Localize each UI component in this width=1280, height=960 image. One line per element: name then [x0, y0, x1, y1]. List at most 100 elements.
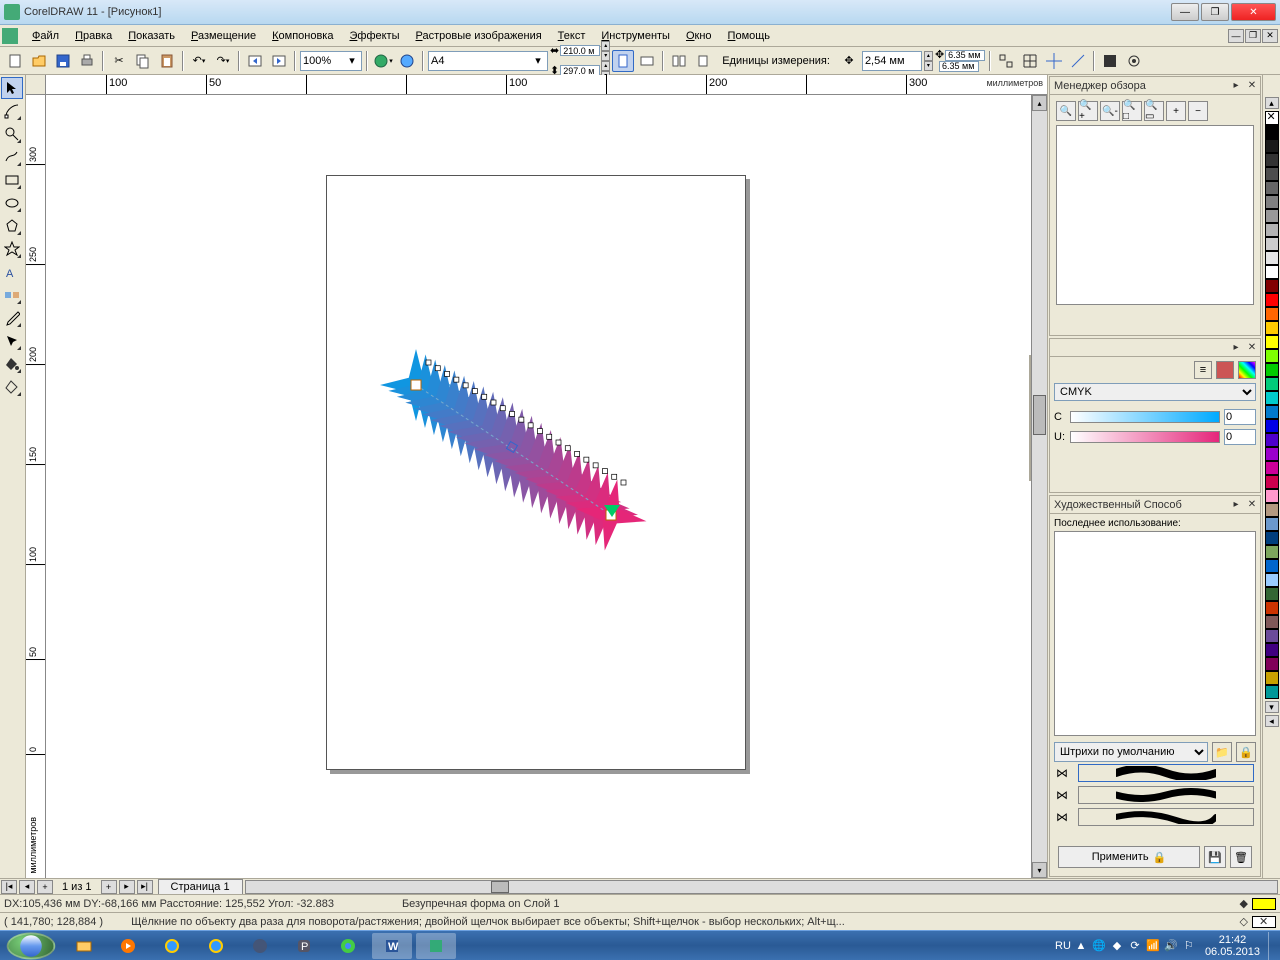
stroke-item[interactable]: ⋈ — [1056, 786, 1254, 804]
zoom-tool[interactable] — [1, 123, 23, 145]
menu-edit[interactable]: Правка — [67, 28, 120, 44]
fill-tool[interactable] — [1, 353, 23, 375]
zoom-fit-button[interactable]: 🔍□ — [1122, 101, 1142, 121]
zoom-in-button[interactable]: 🔍+ — [1078, 101, 1098, 121]
delete-view-button[interactable]: − — [1188, 101, 1208, 121]
browse-button[interactable]: 📁 — [1212, 742, 1232, 762]
apply-button[interactable]: Применить 🔒 — [1058, 846, 1200, 868]
color-swatch[interactable] — [1265, 111, 1279, 125]
color-swatch[interactable] — [1265, 279, 1279, 293]
pick-tool[interactable] — [1, 77, 23, 99]
color-swatch[interactable] — [1265, 195, 1279, 209]
color-swatch[interactable] — [1265, 405, 1279, 419]
vertical-ruler[interactable]: миллиметров 300250200150100500 — [26, 95, 46, 878]
stroke-item[interactable]: ⋈ — [1056, 764, 1254, 782]
landscape-button[interactable] — [636, 50, 658, 72]
cut-button[interactable]: ✂ — [108, 50, 130, 72]
taskbar-pandora[interactable]: P — [284, 933, 324, 959]
scroll-thumb[interactable] — [491, 881, 509, 893]
color-swatch[interactable] — [1265, 657, 1279, 671]
add-page-after-button[interactable]: + — [101, 880, 117, 894]
color-palettes-button[interactable] — [1238, 361, 1256, 379]
color-swatch[interactable] — [1265, 601, 1279, 615]
tray-lang[interactable]: RU — [1055, 940, 1071, 952]
zoom-page-button[interactable]: 🔍▭ — [1144, 101, 1164, 121]
color-swatch[interactable] — [1265, 433, 1279, 447]
color-swatch[interactable] — [1265, 461, 1279, 475]
menu-help[interactable]: Помощь — [720, 28, 779, 44]
copy-button[interactable] — [132, 50, 154, 72]
multipage-button[interactable] — [668, 50, 690, 72]
tray-network-icon[interactable]: 📶 — [1145, 938, 1161, 954]
tray-clock[interactable]: 21:4206.05.2013 — [1199, 934, 1266, 958]
color-sliders-button[interactable]: ≡ — [1194, 361, 1212, 379]
color-swatch[interactable] — [1265, 643, 1279, 657]
u-value[interactable] — [1224, 429, 1256, 445]
c-value[interactable] — [1224, 409, 1256, 425]
lock-button[interactable]: 🔒 — [1236, 742, 1256, 762]
close-button[interactable]: ✕ — [1231, 3, 1276, 21]
portrait-button[interactable] — [612, 50, 634, 72]
snap-objects-button[interactable] — [995, 50, 1017, 72]
color-swatch[interactable] — [1265, 587, 1279, 601]
color-swatch[interactable] — [1265, 167, 1279, 181]
menu-effects[interactable]: Эффекты — [341, 28, 407, 44]
minimize-button[interactable]: — — [1171, 3, 1199, 21]
import-button[interactable] — [244, 50, 266, 72]
last-page-button[interactable]: ▸| — [137, 880, 153, 894]
prev-page-button[interactable]: ◂ — [19, 880, 35, 894]
export-button[interactable] — [268, 50, 290, 72]
spin-up[interactable]: ▴ — [601, 61, 610, 71]
facing-button[interactable] — [692, 50, 714, 72]
print-button[interactable] — [76, 50, 98, 72]
page-width-input[interactable] — [560, 45, 600, 56]
spin-down[interactable]: ▾ — [601, 51, 610, 61]
menu-arrange[interactable]: Компоновка — [264, 28, 341, 44]
show-desktop-button[interactable] — [1268, 932, 1276, 960]
menu-layout[interactable]: Размещение — [183, 28, 264, 44]
docker-close-button[interactable]: ✕ — [1244, 78, 1260, 94]
outline-tool[interactable] — [1, 330, 23, 352]
color-swatch[interactable] — [1265, 671, 1279, 685]
first-page-button[interactable]: |◂ — [1, 880, 17, 894]
nudge-input[interactable] — [865, 55, 911, 67]
u-slider[interactable] — [1070, 431, 1220, 443]
paper-combo[interactable]: ▾ — [428, 51, 548, 71]
color-swatch[interactable] — [1265, 573, 1279, 587]
eyedropper-tool[interactable] — [1, 307, 23, 329]
undo-button[interactable]: ↶▾ — [188, 50, 210, 72]
rectangle-tool[interactable] — [1, 169, 23, 191]
doc-minimize-button[interactable]: — — [1228, 29, 1244, 43]
polygon-tool[interactable] — [1, 215, 23, 237]
taskbar-chrome[interactable] — [328, 933, 368, 959]
menu-file[interactable]: Файл — [24, 28, 67, 44]
color-swatch[interactable] — [1265, 237, 1279, 251]
color-swatch[interactable] — [1265, 559, 1279, 573]
tray-flag-icon[interactable]: ⚐ — [1181, 938, 1197, 954]
outline-swatch[interactable]: ✕ — [1252, 916, 1276, 928]
color-swatch[interactable] — [1265, 223, 1279, 237]
stroke-item[interactable]: ⋈ — [1056, 808, 1254, 826]
next-page-button[interactable]: ▸ — [119, 880, 135, 894]
menu-bitmaps[interactable]: Растровые изображения — [408, 28, 550, 44]
tray-updates-icon[interactable]: ⟳ — [1127, 938, 1143, 954]
horizontal-scrollbar[interactable] — [245, 880, 1278, 894]
taskbar-app1[interactable] — [240, 933, 280, 959]
horizontal-ruler[interactable]: миллиметров 10050100200300 — [46, 75, 1047, 95]
color-swatch[interactable] — [1265, 545, 1279, 559]
snap-grid-button[interactable] — [1019, 50, 1041, 72]
color-swatch[interactable] — [1265, 293, 1279, 307]
canvas-area[interactable]: миллиметров 10050100200300 миллиметров 3… — [26, 75, 1047, 878]
add-view-button[interactable]: + — [1166, 101, 1186, 121]
color-swatch[interactable] — [1265, 181, 1279, 195]
docker-menu-button[interactable]: ▸ — [1228, 340, 1244, 356]
tray-globe-icon[interactable]: 🌐 — [1091, 938, 1107, 954]
tray-volume-icon[interactable]: 🔊 — [1163, 938, 1179, 954]
c-slider[interactable] — [1070, 411, 1220, 423]
color-model-select[interactable]: CMYK — [1054, 383, 1256, 401]
freehand-tool[interactable] — [1, 146, 23, 168]
menu-view[interactable]: Показать — [120, 28, 183, 44]
doc-restore-button[interactable]: ❐ — [1245, 29, 1261, 43]
scroll-up-button[interactable]: ▴ — [1032, 95, 1047, 111]
delete-stroke-button[interactable]: 🗑 — [1230, 846, 1252, 868]
